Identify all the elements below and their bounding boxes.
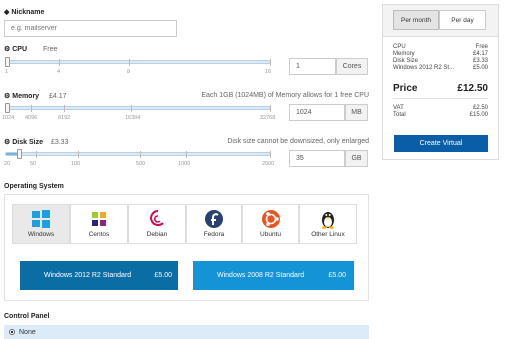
cpu-tick: [270, 59, 271, 66]
memory-tick: [31, 105, 32, 112]
tux-icon: [322, 212, 334, 229]
summary-row-disk: Disk Size £3.33: [393, 58, 488, 64]
memory-slider-handle[interactable]: [5, 103, 10, 113]
os-option-label: Centos: [88, 231, 110, 238]
memory-tick-label: 1024: [2, 115, 15, 121]
os-version-price: £5.00: [328, 272, 346, 279]
os-option-fedora[interactable]: Fedora: [186, 204, 242, 244]
cpu-tick-label: 4: [57, 69, 61, 75]
disk-tick-label: 50: [30, 161, 37, 167]
cpu-price: Free: [42, 46, 58, 53]
gear-icon: ⚙: [4, 139, 11, 146]
summary-row-memory: Memory £4.17: [393, 51, 488, 57]
price-value: £12.50: [457, 83, 488, 94]
memory-price: £4.17: [49, 93, 67, 100]
os-option-label: Windows: [27, 231, 55, 238]
memory-header: ⚙ Memory £4.17: [4, 92, 67, 100]
memory-tick-label: 16384: [125, 115, 141, 121]
os-option-centos[interactable]: Centos: [70, 204, 128, 244]
disk-tick: [270, 151, 271, 158]
os-version-name: Windows 2012 R2 Standard: [44, 272, 132, 279]
cpu-tick-label: 1: [5, 69, 9, 75]
cpu-header: ⚙ CPU Free: [4, 45, 57, 53]
os-option-label: Other Linux: [311, 231, 345, 238]
disk-price: £3.33: [50, 139, 69, 146]
disk-tick: [78, 151, 79, 158]
disk-header: ⚙ Disk Size £3.33: [4, 138, 68, 146]
memory-tick-label: 8192: [58, 115, 71, 121]
summary-row-os: Windows 2012 R2 St... £5.00: [393, 65, 488, 71]
disk-tick-label: 2000: [262, 161, 275, 167]
windows-icon: [32, 210, 50, 228]
disk-tick-label: 100: [71, 161, 81, 167]
memory-tick-label: 4096: [25, 115, 38, 121]
os-option-other-linux[interactable]: Other Linux: [299, 204, 357, 244]
cpu-tick-label: 8: [127, 69, 131, 75]
radio-selected-icon[interactable]: [9, 329, 15, 335]
cpu-value-input[interactable]: 1: [289, 58, 336, 75]
disk-slider[interactable]: [5, 149, 271, 159]
os-option-label: Fedora: [203, 231, 225, 238]
summary-row-total: Total £15.00: [393, 112, 488, 118]
gear-icon: ⚙: [4, 46, 11, 53]
os-version-windows-2008[interactable]: Windows 2008 R2 Standard £5.00: [193, 261, 354, 290]
os-option-label: Debian: [146, 231, 168, 238]
memory-tick-label: 32768: [260, 115, 276, 121]
memory-note: Each 1GB (1024MB) of Memory allows for 1…: [201, 92, 369, 99]
nickname-input[interactable]: [4, 20, 177, 37]
disk-tick-label: 1000: [178, 161, 191, 167]
disk-tick: [36, 151, 37, 158]
disk-slider-handle[interactable]: [17, 149, 22, 159]
cpu-tick: [129, 59, 130, 66]
centos-icon: [90, 210, 108, 228]
fedora-icon: [205, 210, 223, 228]
cpu-label: CPU: [12, 46, 28, 53]
nickname-label: ◆ Nickname: [4, 9, 45, 16]
memory-label: Memory: [12, 93, 40, 100]
summary-row-vat: VAT £2.50: [393, 105, 488, 111]
cpu-slider[interactable]: [5, 57, 271, 67]
cpu-slider-handle[interactable]: [5, 57, 10, 67]
memory-tick: [270, 105, 271, 112]
os-version-price: £5.00: [154, 272, 172, 279]
os-option-windows[interactable]: Windows: [12, 204, 70, 244]
cpu-tick: [59, 59, 60, 66]
memory-value-input[interactable]: 1024: [289, 104, 345, 121]
tag-icon: ◆: [4, 9, 10, 16]
disk-value-input[interactable]: 35: [289, 150, 345, 167]
memory-tick: [131, 105, 132, 112]
disk-note: Disk size cannot be downsized, only enla…: [227, 138, 369, 145]
summary-row-cpu: CPU Free: [393, 44, 488, 50]
disk-tick-label: 20: [4, 161, 11, 167]
gear-icon: ⚙: [4, 93, 11, 100]
memory-unit: MB: [345, 104, 368, 121]
summary-divider: [393, 98, 488, 99]
cpu-tick-label: 16: [265, 69, 272, 75]
cpu-unit: Cores: [336, 58, 368, 75]
disk-tick: [140, 151, 141, 158]
os-section-title: Operating System: [4, 183, 64, 190]
ubuntu-icon: [261, 210, 280, 228]
control-panel-option-none[interactable]: None: [4, 325, 369, 339]
os-option-label: Ubuntu: [260, 231, 281, 238]
disk-tick: [186, 151, 187, 158]
disk-tick-label: 500: [136, 161, 146, 167]
disk-label: Disk Size: [12, 139, 43, 146]
tab-per-month[interactable]: Per month: [393, 10, 439, 30]
create-virtual-button[interactable]: Create Virtual: [394, 135, 488, 152]
control-panel-option-label: None: [19, 328, 36, 336]
os-option-ubuntu[interactable]: Ubuntu: [242, 204, 299, 244]
control-panel-title: Control Panel: [4, 313, 50, 320]
tab-per-day[interactable]: Per day: [439, 10, 486, 30]
os-version-name: Windows 2008 R2 Standard: [217, 272, 305, 279]
os-option-debian[interactable]: Debian: [128, 204, 186, 244]
os-version-windows-2012[interactable]: Windows 2012 R2 Standard £5.00: [20, 261, 178, 290]
price-label: Price: [393, 83, 418, 94]
memory-tick: [64, 105, 65, 112]
memory-slider[interactable]: [5, 103, 271, 113]
summary-price: Price £12.50: [393, 83, 488, 94]
disk-unit: GB: [345, 150, 368, 167]
debian-icon: [150, 210, 164, 226]
